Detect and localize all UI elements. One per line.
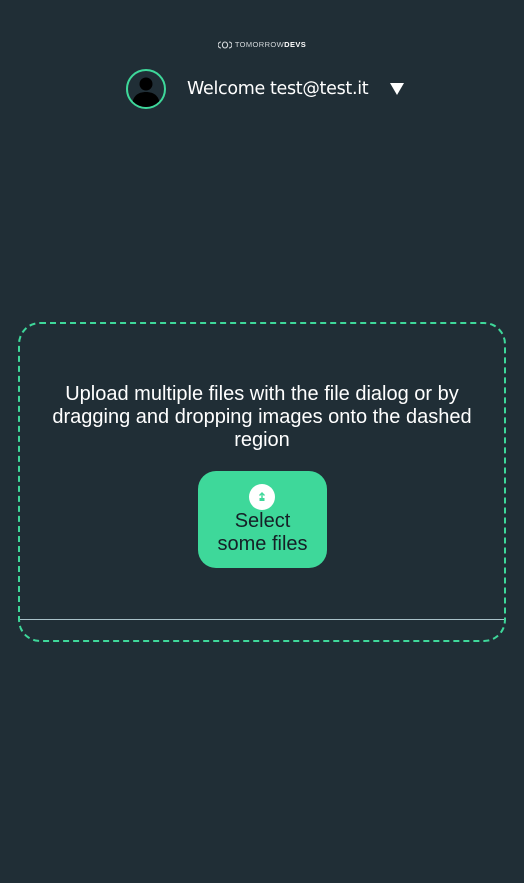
select-files-label-line2: some files	[217, 533, 308, 555]
select-files-label-line1: Select	[234, 510, 291, 532]
welcome-label: Welcome	[187, 79, 265, 99]
user-avatar-icon[interactable]	[126, 69, 166, 109]
user-email: test@test.it	[269, 79, 369, 99]
file-drop-zone[interactable]: Upload multiple files with the file dial…	[18, 322, 506, 642]
brand-logo-text: TOMORROWDEVS	[235, 39, 306, 51]
select-files-button[interactable]: Select some files	[198, 471, 327, 568]
welcome-message: Welcome test@test.it	[187, 79, 369, 99]
upload-icon	[249, 484, 275, 510]
brand-logo-light: TOMORROW	[234, 40, 285, 49]
brand-logo: TOMORROWDEVS	[0, 39, 524, 51]
upload-instructions: Upload multiple files with the file dial…	[52, 383, 472, 451]
brand-logo-icon	[217, 41, 232, 49]
brand-logo-bold: DEVS	[284, 40, 307, 49]
caret-down-icon[interactable]	[389, 82, 405, 96]
select-files-label: Select some files	[198, 510, 327, 556]
user-header: Welcome test@test.it	[126, 69, 405, 109]
gallery-divider	[20, 619, 504, 620]
